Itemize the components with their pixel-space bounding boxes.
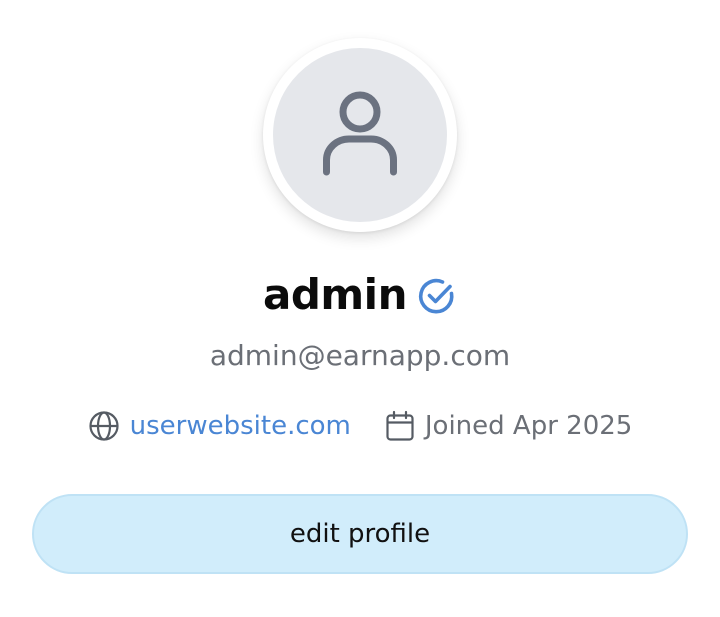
check-circle-icon <box>417 276 457 316</box>
website-link[interactable]: userwebsite.com <box>130 411 351 441</box>
joined-date: Joined Apr 2025 <box>424 411 633 441</box>
edit-profile-button[interactable]: edit profile <box>32 494 688 574</box>
globe-icon <box>88 410 120 442</box>
calendar-icon <box>385 410 415 442</box>
profile-email: admin@earnapp.com <box>209 339 511 372</box>
avatar-placeholder <box>273 48 447 222</box>
joined-item: Joined Apr 2025 <box>385 410 632 442</box>
profile-meta: userwebsite.com Joined Apr 2025 <box>0 406 720 446</box>
user-icon <box>323 91 397 176</box>
avatar[interactable] <box>263 38 457 232</box>
website-item[interactable]: userwebsite.com <box>88 410 351 442</box>
profile-name: admin <box>263 269 407 319</box>
name-row: admin <box>0 264 720 324</box>
